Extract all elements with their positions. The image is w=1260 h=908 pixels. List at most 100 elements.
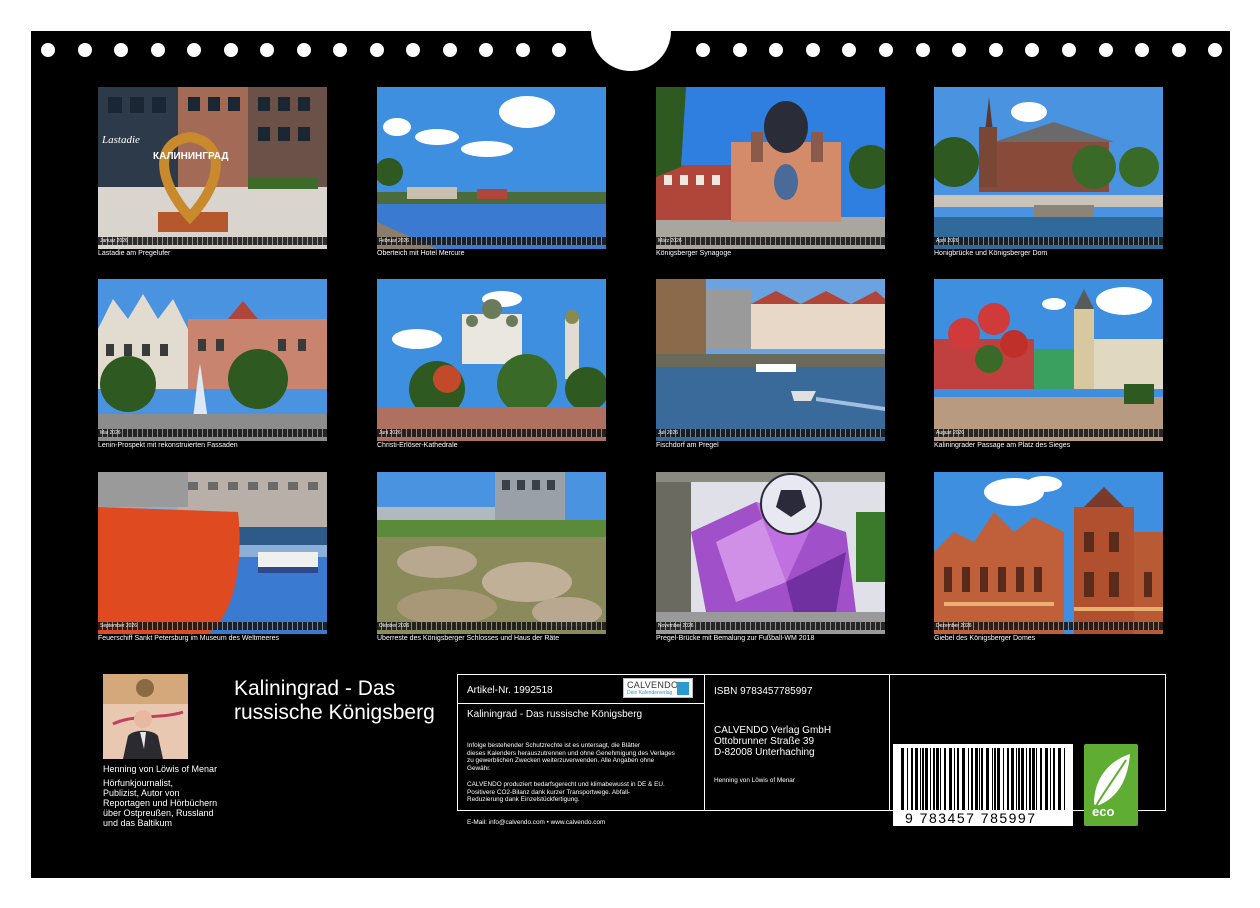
- binding-hole: [1208, 43, 1223, 57]
- contact-info: E-Mail: info@calvendo.com • www.calvendo…: [467, 819, 606, 826]
- barcode-bar: [1045, 748, 1048, 810]
- binding-hole: [1098, 43, 1113, 57]
- barcode-bar: [979, 748, 980, 810]
- barcode-bar: [992, 748, 993, 810]
- author-bio: Hörfunkjournalist, Publizist, Autor von …: [103, 778, 218, 828]
- calendar-strip: [98, 429, 327, 437]
- photo-synagoge: [656, 87, 885, 249]
- strip-month: Dezember 2026: [936, 623, 972, 629]
- calendar-strip: [656, 429, 885, 437]
- author-photo: [103, 674, 188, 759]
- strip-month: Oktober 2026: [379, 623, 410, 629]
- binding-hole: [1062, 43, 1076, 57]
- barcode-bar: [971, 748, 973, 810]
- barcode-bar: [949, 748, 952, 810]
- photo-pregel-bruecke: [656, 472, 885, 634]
- strip-month: Mai 2026: [100, 430, 121, 436]
- photo-caption: Lastadie am Pregelufer: [98, 250, 171, 257]
- photo-schloss-ruinen: [377, 472, 606, 634]
- binding-hole: [515, 43, 530, 57]
- photo-caption: Pregel-Brücke mit Bemalung zur Fußball-W…: [656, 635, 815, 642]
- calvendo-mark-icon: [677, 682, 689, 695]
- photo-caption: Fischdorf am Pregel: [656, 442, 719, 449]
- photo-caption: Lenin-Prospekt mit rekonstruierten Fassa…: [98, 442, 238, 449]
- barcode-bar: [1007, 748, 1009, 810]
- calendar-strip: [656, 237, 885, 245]
- photo-caption: Königsberger Synagoge: [656, 250, 732, 257]
- barcode-bar: [1021, 748, 1024, 810]
- barcode-bar: [957, 748, 959, 810]
- binding-hole: [150, 43, 165, 57]
- barcode-bar: [1058, 748, 1061, 810]
- publisher-address: CALVENDO Verlag GmbH Ottobrunner Straße …: [714, 725, 832, 758]
- barcode-bar: [968, 748, 969, 810]
- barcode-bar: [915, 748, 918, 810]
- binding-hole: [988, 43, 1003, 57]
- calendar-back-cover: КАЛИНИНГРАД Lastadie Januar 2026 Lastadi…: [31, 11, 1230, 878]
- barcode-bar: [1011, 748, 1014, 810]
- binding-hole: [805, 43, 820, 57]
- photo-honigbruecke: [934, 87, 1163, 249]
- binding-hole: [479, 43, 493, 57]
- binding-hole: [77, 43, 92, 57]
- barcode-bar: [940, 748, 941, 810]
- binding-hole: [1171, 43, 1186, 57]
- binding-hole: [187, 43, 201, 57]
- binding-hole: [442, 43, 457, 57]
- photo-caption: Christi-Erlöser-Kathedrale: [377, 442, 458, 449]
- strip-month: November 2026: [658, 623, 694, 629]
- binding-hole: [369, 43, 384, 57]
- photo-passage: [934, 279, 1163, 441]
- barcode-bar: [933, 748, 935, 810]
- binding-hole: [879, 43, 893, 57]
- calendar-strip: [377, 429, 606, 437]
- binding-hole: [769, 43, 784, 57]
- strip-month: Juni 2026: [379, 430, 401, 436]
- barcode-bar: [930, 748, 931, 810]
- strip-month: März 2026: [658, 238, 682, 244]
- strip-month: Juli 2026: [658, 430, 679, 436]
- calendar-strip: [377, 237, 606, 245]
- binding-hole: [41, 43, 55, 57]
- calendar-strip: [98, 237, 327, 245]
- binding-hole: [952, 43, 967, 57]
- barcode-bar: [1053, 748, 1055, 810]
- isbn: ISBN 9783457785997: [714, 686, 813, 697]
- barcode-bar: [1018, 748, 1020, 810]
- photo-caption: Giebel des Königsberger Domes: [934, 635, 1036, 642]
- strip-month: Februar 2026: [379, 238, 410, 244]
- photo-feuerschiff: [98, 472, 327, 634]
- barcode-bar: [975, 748, 978, 810]
- article-number: Artikel-Nr. 1992518: [467, 685, 553, 696]
- photo-kathedrale: [377, 279, 606, 441]
- strip-month: September 2026: [100, 623, 137, 629]
- calendar-strip: [934, 237, 1163, 245]
- binding-hole: [552, 43, 566, 57]
- barcode-bar: [925, 748, 928, 810]
- photo-lastadie: КАЛИНИНГРАД Lastadie: [98, 87, 327, 249]
- author-small: Henning von Löwis of Menar: [714, 777, 795, 784]
- binding-hole: [114, 43, 128, 57]
- barcode-bar: [1003, 748, 1004, 810]
- calvendo-logo-sub: Dein Kalenderverlag: [627, 690, 673, 696]
- strip-month: August 2026: [936, 430, 965, 436]
- barcode-bar: [922, 748, 924, 810]
- barcode-bar: [907, 748, 908, 810]
- barcode-bar: [994, 748, 996, 810]
- binding-hole: [1025, 43, 1040, 57]
- calendar-strip: [377, 622, 606, 630]
- photo-caption: Honigbrücke und Königsberger Dom: [934, 250, 1048, 257]
- barcode-bar: [997, 748, 1000, 810]
- calvendo-logo: CALVENDO Dein Kalenderverlag: [623, 678, 693, 698]
- barcode-bar: [920, 748, 921, 810]
- binding-hole: [223, 43, 238, 57]
- barcode-bar: [962, 748, 965, 810]
- strip-month: April 2026: [936, 238, 959, 244]
- photo-caption: Überreste des Königsberger Schlosses und…: [377, 635, 560, 642]
- photo-store-text: Lastadie: [101, 134, 140, 146]
- strip-month: Januar 2026: [100, 238, 128, 244]
- binding-hole: [1135, 43, 1150, 57]
- barcode-bar: [954, 748, 955, 810]
- barcode-bar: [1064, 748, 1065, 810]
- climate-notice: CALVENDO produziert bedarfsgerecht und k…: [467, 781, 665, 803]
